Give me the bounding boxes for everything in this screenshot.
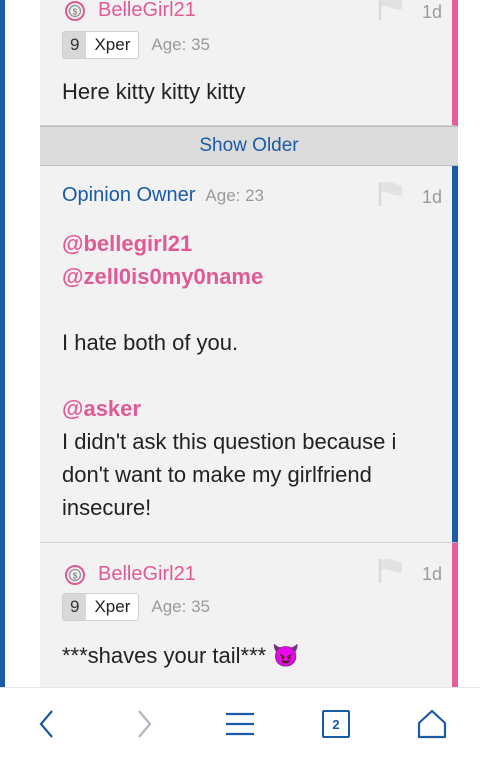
comment-user-line: $ BelleGirl21 — [62, 0, 196, 22]
user-age: Age: 23 — [205, 185, 265, 205]
comment-body: @bellegirl21 @zell0is0my0name I hate bot… — [62, 227, 436, 524]
comment-text: ***shaves your tail*** 😈 — [62, 643, 300, 668]
hamburger-menu-icon — [226, 712, 254, 736]
menu-button[interactable] — [220, 704, 260, 744]
comment-user-line: $ BelleGirl21 — [62, 563, 196, 586]
mention-link[interactable]: @bellegirl21 — [62, 227, 436, 260]
user-age: Age: 35 — [151, 35, 210, 54]
home-button[interactable] — [412, 704, 452, 744]
user-age: Age: 35 — [151, 597, 210, 616]
xper-coin-icon: $ — [65, 0, 85, 21]
mention-link[interactable]: @asker — [62, 392, 436, 425]
svg-text:$: $ — [73, 7, 78, 16]
comment-time: 1d — [421, 2, 442, 22]
comment-user-line: Opinion Owner Age: 23 — [62, 184, 264, 207]
user-badge-row: 9 Xper Age: 35 — [62, 593, 210, 621]
comment-text: Here kitty kitty kitty — [62, 79, 246, 104]
user-badge-row: 9 Xper Age: 35 — [62, 31, 210, 59]
comment-item: $ BelleGirl21 1d 9 Xper Age: 35 Here kit… — [40, 0, 458, 126]
report-flag-icon[interactable] — [376, 557, 404, 585]
username-link[interactable]: Opinion Owner — [62, 184, 195, 207]
chevron-left-icon — [39, 710, 53, 738]
username-link[interactable]: BelleGirl21 — [98, 0, 196, 22]
username-link[interactable]: BelleGirl21 — [98, 563, 196, 586]
comment-thread: $ BelleGirl21 1d 9 Xper Age: 35 Here kit… — [40, 0, 458, 689]
browser-nav-bar: 2 — [0, 687, 480, 760]
show-older-button[interactable]: Show Older — [40, 126, 458, 166]
badge-label: Xper — [86, 32, 139, 58]
thread-rail — [0, 0, 5, 687]
report-flag-icon[interactable] — [376, 180, 404, 208]
comment-time: 1d — [421, 187, 442, 207]
comment-item: $ BelleGirl21 1d 9 Xper Age: 35 ***shave… — [40, 542, 458, 689]
comment-text: I hate both of you. — [62, 330, 239, 355]
comment-item: Opinion Owner Age: 23 1d @bellegirl21 @z… — [40, 166, 458, 542]
mention-link[interactable]: @zell0is0my0name — [62, 260, 436, 293]
back-button[interactable] — [27, 704, 67, 744]
xper-level-badge: 9 Xper — [62, 593, 140, 621]
chevron-right-icon — [138, 710, 152, 738]
badge-level: 9 — [63, 594, 87, 620]
svg-text:$: $ — [73, 571, 78, 580]
report-flag-icon[interactable] — [376, 0, 404, 22]
home-icon — [417, 709, 447, 739]
comment-time: 1d — [421, 564, 442, 584]
tab-count-badge: 2 — [322, 710, 350, 738]
xper-level-badge: 9 Xper — [62, 31, 140, 59]
badge-label: Xper — [86, 594, 139, 620]
xper-coin-icon: $ — [65, 564, 85, 585]
badge-level: 9 — [63, 32, 87, 58]
tabs-button[interactable]: 2 — [316, 704, 356, 744]
comment-text: I didn't ask this question because i don… — [62, 429, 397, 520]
forward-button[interactable] — [124, 704, 164, 744]
